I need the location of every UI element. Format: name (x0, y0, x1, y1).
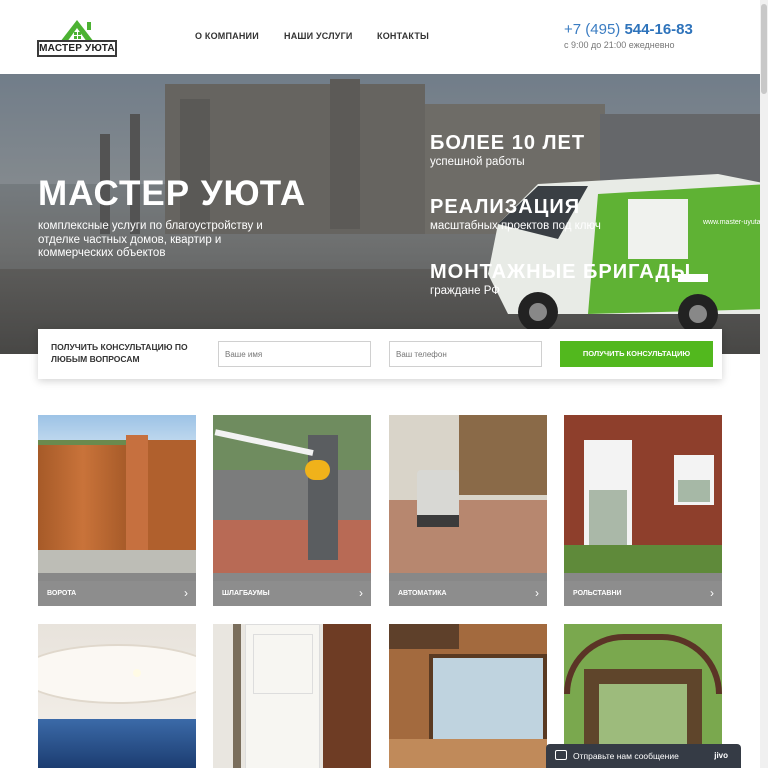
service-label: ШЛАГБАУМЫ (222, 590, 270, 597)
service-card-automation[interactable]: АВТОМАТИКА › (389, 415, 547, 606)
chevron-right-icon: › (184, 586, 188, 600)
automation-image (389, 415, 547, 573)
scrollbar[interactable] (760, 0, 768, 768)
stat-text: масштабных проектов под ключ (430, 220, 601, 232)
chevron-right-icon: › (710, 586, 714, 600)
service-card-shutters[interactable]: РОЛЬСТАВНИ › (564, 415, 722, 606)
working-hours: с 9:00 до 21:00 ежедневно (564, 40, 675, 50)
chat-widget[interactable]: Отправьте нам сообщение jivo (546, 744, 741, 768)
logo-text: МАСТЕР УЮТА (37, 40, 117, 57)
service-caption: АВТОМАТИКА › (389, 581, 547, 606)
hero-subtitle: комплексные услуги по благоустройству и … (38, 220, 263, 259)
service-card-ceilings[interactable] (38, 624, 196, 768)
service-caption: ВОРОТА › (38, 581, 196, 606)
service-card-windows[interactable] (389, 624, 547, 768)
consultation-form: ПОЛУЧИТЬ КОНСУЛЬТАЦИЮ ПО ЛЮБЫМ ВОПРОСАМ … (38, 329, 722, 379)
phone-input[interactable] (389, 341, 542, 367)
chat-brand: jivo (714, 751, 728, 760)
nav-contacts[interactable]: КОНТАКТЫ (377, 31, 437, 41)
stat-experience: БОЛЕЕ 10 ЛЕТ успешной работы (430, 132, 585, 168)
gates-image (38, 415, 196, 573)
chevron-right-icon: › (535, 586, 539, 600)
scrollbar-thumb[interactable] (761, 4, 767, 94)
van-website: www.master-uyuta.ru (702, 219, 760, 226)
stat-text: граждане РФ (430, 285, 501, 297)
stat-title: РЕАЛИЗАЦИЯ (430, 196, 581, 218)
shutters-image (564, 415, 722, 573)
service-label: ВОРОТА (47, 590, 77, 597)
nav-services[interactable]: НАШИ УСЛУГИ (284, 31, 364, 41)
chat-label: Отправьте нам сообщение (573, 751, 679, 761)
van-image: www.master-uyuta.ru (488, 174, 760, 334)
stat-title: БОЛЕЕ 10 ЛЕТ (430, 132, 586, 154)
phone-digits: 544-16-83 (624, 21, 693, 38)
service-card-barriers[interactable]: ШЛАГБАУМЫ › (213, 415, 371, 606)
site-header: МАСТЕР УЮТА О КОМПАНИИ НАШИ УСЛУГИ КОНТА… (0, 0, 768, 74)
phone-number[interactable]: +7 (495) 544-16-83 (564, 21, 693, 38)
service-card-gates[interactable]: ВОРОТА › (38, 415, 196, 606)
stat-title: МОНТАЖНЫЕ БРИГАДЫ (430, 261, 692, 283)
logo[interactable]: МАСТЕР УЮТА (37, 16, 117, 58)
chevron-right-icon: › (359, 586, 363, 600)
service-caption: ШЛАГБАУМЫ › (213, 581, 371, 606)
phone-code: +7 (495) (564, 21, 621, 38)
hero-banner: www.master-uyuta.ru МАСТЕР УЮТА комплекс… (0, 74, 760, 354)
hero-title: МАСТЕР УЮТА (38, 174, 307, 213)
service-label: РОЛЬСТАВНИ (573, 590, 622, 597)
consultation-label: ПОЛУЧИТЬ КОНСУЛЬТАЦИЮ ПО ЛЮБЫМ ВОПРОСАМ (51, 342, 188, 364)
stat-projects: РЕАЛИЗАЦИЯ масштабных проектов под ключ (430, 196, 601, 232)
service-label: АВТОМАТИКА (398, 590, 447, 597)
service-caption: РОЛЬСТАВНИ › (564, 581, 722, 606)
nav-about[interactable]: О КОМПАНИИ (195, 31, 275, 41)
service-card-doors[interactable] (213, 624, 371, 768)
stat-text: успешной работы (430, 156, 525, 168)
name-input[interactable] (218, 341, 371, 367)
message-icon (555, 750, 567, 760)
barriers-image (213, 415, 371, 573)
get-consultation-button[interactable]: ПОЛУЧИТЬ КОНСУЛЬТАЦИЮ (560, 341, 713, 367)
stat-teams: МОНТАЖНЫЕ БРИГАДЫ граждане РФ (430, 261, 691, 297)
